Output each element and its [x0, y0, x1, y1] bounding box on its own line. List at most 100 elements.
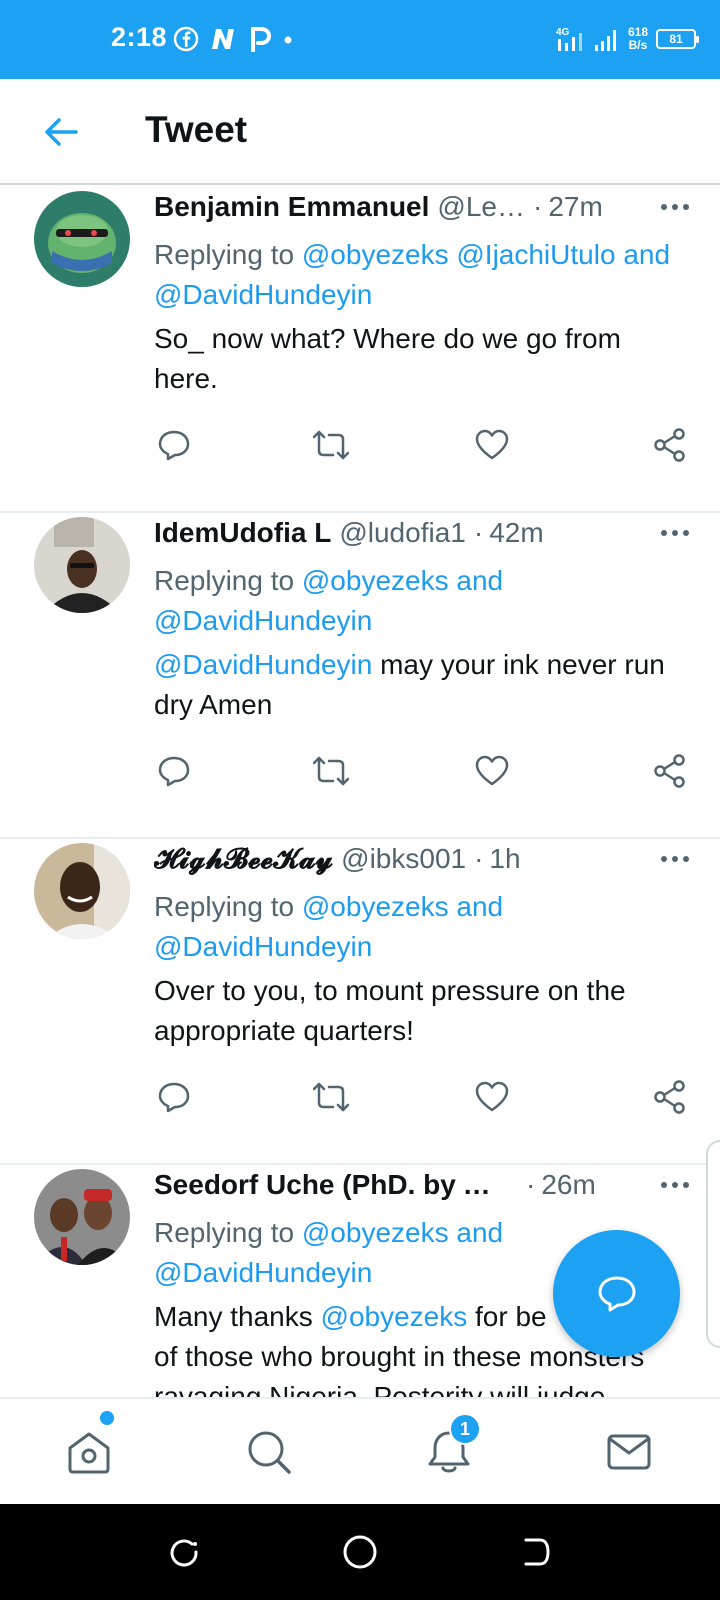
- new-tweets-dot: [100, 1411, 114, 1425]
- like-button[interactable]: [472, 751, 512, 791]
- author-handle[interactable]: @ludofia1: [339, 517, 466, 549]
- mention-link[interactable]: @obyezeks: [321, 1301, 468, 1332]
- status-indicators: 4G 618 B/s 81: [556, 22, 699, 56]
- back-arrow-icon: [45, 118, 78, 146]
- author-handle[interactable]: @Le…: [437, 191, 525, 223]
- home-button[interactable]: [340, 1532, 380, 1572]
- tweet-text-content: Many thanks: [154, 1301, 321, 1332]
- reply-button[interactable]: [154, 1077, 194, 1117]
- mention-link[interactable]: @obyezeks and: [302, 1217, 503, 1248]
- tweet-meta: IdemUdofia L @ludofia1 · 42m: [154, 513, 690, 553]
- more-notifications-dot: [284, 36, 292, 44]
- edge-panel-handle[interactable]: [706, 1140, 720, 1348]
- mention-link[interactable]: @obyezeks and: [302, 565, 503, 596]
- author-name[interactable]: 𝓗𝓲𝓰𝓱𝓑𝓮𝓮𝓚𝓪𝔂: [154, 843, 333, 876]
- reply-button[interactable]: [154, 751, 194, 791]
- avatar[interactable]: [34, 191, 130, 287]
- mention-link[interactable]: @DavidHundeyin: [154, 931, 372, 962]
- avatar[interactable]: [34, 517, 130, 613]
- mention-link[interactable]: @DavidHundeyin: [154, 605, 372, 636]
- system-navigation-bar: [0, 1504, 720, 1600]
- reply-button[interactable]: [154, 425, 194, 465]
- mention-link[interactable]: @obyezeks and: [302, 891, 503, 922]
- author-name[interactable]: Benjamin Emmanuel: [154, 191, 429, 223]
- more-dots-icon: [661, 530, 689, 536]
- author-name[interactable]: IdemUdofia L: [154, 517, 331, 549]
- tweet-meta: Benjamin Emmanuel @Le… · 27m: [154, 187, 690, 227]
- mention-link[interactable]: @DavidHundeyin: [154, 279, 372, 310]
- replying-and[interactable]: and: [623, 239, 670, 270]
- battery-level: 81: [669, 32, 683, 46]
- share-button[interactable]: [650, 425, 690, 465]
- tweet-text: Over to you, to mount pressure on the ap…: [154, 975, 626, 1046]
- reply-icon: [158, 1082, 190, 1113]
- back-gesture-icon: [524, 1538, 550, 1566]
- back-system-button[interactable]: [516, 1532, 556, 1572]
- retweet-button[interactable]: [311, 425, 351, 465]
- like-button[interactable]: [472, 1077, 512, 1117]
- recent-apps-button[interactable]: [164, 1532, 204, 1572]
- reply-icon: [158, 430, 190, 461]
- tweet-body: IdemUdofia L @ludofia1 · 42m Replying to…: [154, 513, 690, 725]
- mention-link[interactable]: @DavidHundeyin: [154, 1257, 372, 1288]
- nav-home[interactable]: [62, 1425, 116, 1479]
- more-dots-icon: [661, 856, 689, 862]
- avatar-image: [34, 843, 130, 939]
- tweet-meta: 𝓗𝓲𝓰𝓱𝓑𝓮𝓮𝓚𝓪𝔂 @ibks001 · 1h: [154, 839, 690, 879]
- tweet-time[interactable]: 26m: [541, 1169, 595, 1201]
- meta-separator: ·: [474, 843, 484, 874]
- bottom-navigation: 1: [0, 1397, 720, 1504]
- tweet-meta: Seedorf Uche (PhD. by A… · 26m: [154, 1165, 690, 1205]
- avatar-image: [34, 1169, 130, 1265]
- share-button[interactable]: [650, 751, 690, 791]
- tweet[interactable]: IdemUdofia L @ludofia1 · 42m Replying to…: [0, 513, 720, 839]
- tweet-time[interactable]: 1h: [489, 843, 520, 875]
- avatar[interactable]: [34, 1169, 130, 1265]
- like-button[interactable]: [472, 425, 512, 465]
- tweet-body: 𝓗𝓲𝓰𝓱𝓑𝓮𝓮𝓚𝓪𝔂 @ibks001 · 1h Replying to @ob…: [154, 839, 690, 1051]
- page-title: Tweet: [145, 109, 248, 150]
- compose-reply-button[interactable]: [553, 1230, 680, 1357]
- retweet-button[interactable]: [311, 1077, 351, 1117]
- status-bar: 2:18 4G 618 B/s 81: [0, 0, 720, 79]
- replying-to: Replying to @obyezeks and @DavidHundeyin: [154, 887, 690, 967]
- home-icon: [68, 1432, 110, 1474]
- author-handle[interactable]: @ibks001: [341, 843, 466, 875]
- tweet-text: So_ now what? Where do we go from here.: [154, 323, 621, 394]
- tweet-time[interactable]: 42m: [489, 517, 543, 549]
- tweet-text-content: ravaging Nigeria. Posterity will judge: [154, 1381, 606, 1397]
- back-button[interactable]: [38, 109, 84, 155]
- tweet-time[interactable]: 27m: [548, 191, 602, 223]
- signal-4g-icon: 4G: [556, 27, 582, 51]
- avatar-image: [34, 517, 130, 613]
- nav-messages[interactable]: [602, 1425, 656, 1479]
- circle-home-icon: [343, 1535, 377, 1569]
- more-options-button[interactable]: [650, 191, 690, 223]
- nav-search[interactable]: [242, 1425, 296, 1479]
- reply-feed[interactable]: Benjamin Emmanuel @Le… · 27m Replying to…: [0, 187, 720, 1397]
- retweet-button[interactable]: [311, 751, 351, 791]
- mention-link[interactable]: @obyezeks @IjachiUtulo: [302, 239, 616, 270]
- author-name[interactable]: Seedorf Uche (PhD. by A…: [154, 1169, 504, 1201]
- tweet-text-content: of those who brought in these monsters: [154, 1341, 645, 1372]
- battery-indicator: 81: [656, 29, 699, 49]
- share-icon: [654, 1080, 685, 1114]
- reply-bubble-icon: [598, 1276, 635, 1311]
- search-icon: [248, 1431, 291, 1474]
- avatar[interactable]: [34, 843, 130, 939]
- share-button[interactable]: [650, 1077, 690, 1117]
- mention-link[interactable]: @DavidHundeyin: [154, 649, 372, 680]
- tweet-body: Benjamin Emmanuel @Le… · 27m Replying to…: [154, 187, 690, 399]
- more-dots-icon: [661, 1182, 689, 1188]
- more-options-button[interactable]: [650, 1169, 690, 1201]
- recent-apps-icon: [170, 1539, 198, 1567]
- more-options-button[interactable]: [650, 843, 690, 875]
- tweet[interactable]: Benjamin Emmanuel @Le… · 27m Replying to…: [0, 187, 720, 513]
- replying-to: Replying to @obyezeks @IjachiUtulo and @…: [154, 235, 690, 315]
- retweet-icon: [313, 1082, 349, 1112]
- meta-separator: ·: [526, 1169, 536, 1200]
- tweet[interactable]: 𝓗𝓲𝓰𝓱𝓑𝓮𝓮𝓚𝓪𝔂 @ibks001 · 1h Replying to @ob…: [0, 839, 720, 1165]
- app-header: Tweet: [0, 79, 720, 185]
- more-options-button[interactable]: [650, 517, 690, 549]
- tweet-actions: [154, 1077, 690, 1117]
